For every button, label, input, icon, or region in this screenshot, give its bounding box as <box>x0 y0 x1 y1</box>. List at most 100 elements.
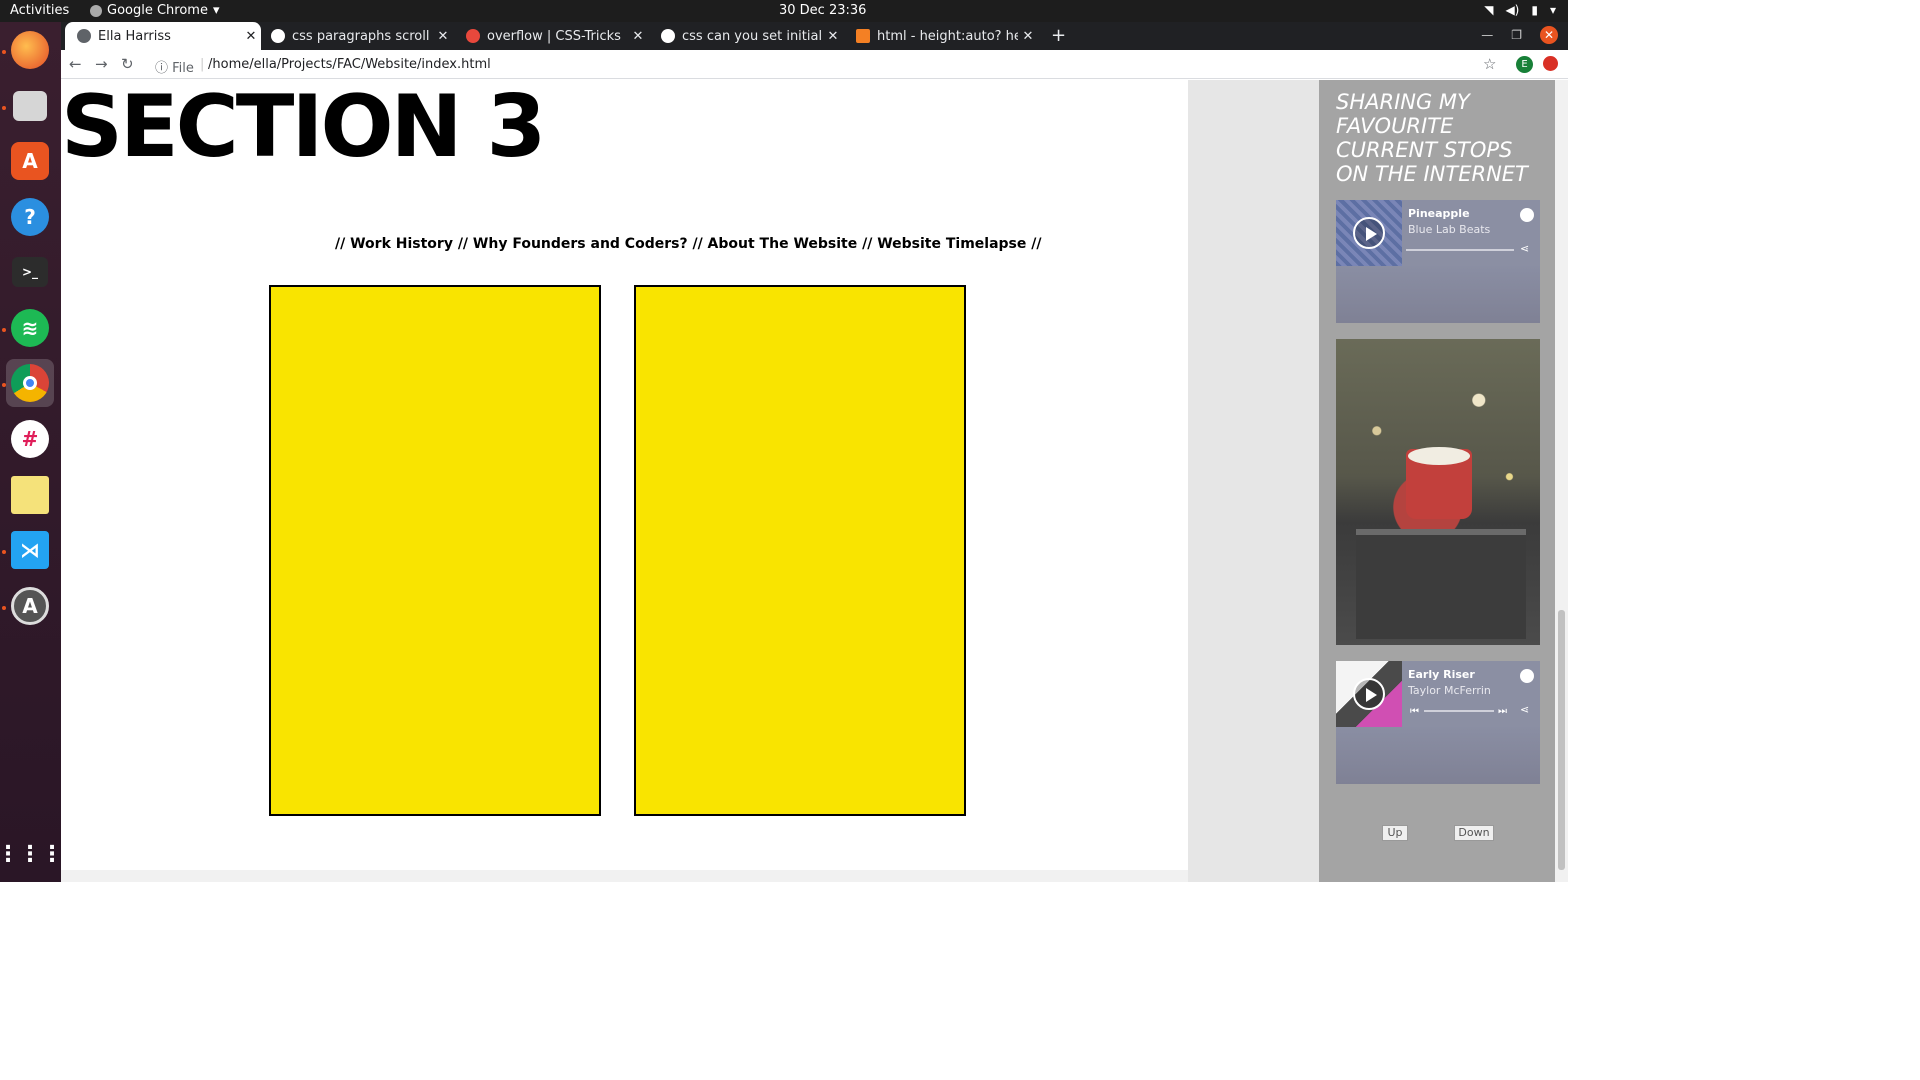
content-card-right <box>634 285 966 816</box>
bookmark-star-icon[interactable]: ☆ <box>1483 55 1496 73</box>
dock-spotify[interactable]: ≋ <box>6 304 54 352</box>
dock-updater[interactable]: A <box>6 582 54 630</box>
grid-icon: ⋮⋮⋮ <box>0 841 63 867</box>
vscode-icon: ⋊ <box>11 531 49 569</box>
chrome-icon <box>11 364 49 402</box>
activities-button[interactable]: Activities <box>10 3 69 18</box>
tab-css-tricks[interactable]: overflow | CSS-Tricks ✕ <box>454 22 648 50</box>
sidebar-title: SHARING MY FAVOURITE CURRENT STOPS ON TH… <box>1336 90 1528 186</box>
address-bar[interactable]: /home/ella/Projects/FAC/Website/index.ht… <box>208 57 491 72</box>
play-icon[interactable] <box>1353 678 1385 710</box>
progress-bar[interactable] <box>1424 710 1494 712</box>
maximize-button[interactable]: ❐ <box>1511 28 1522 42</box>
previous-track-icon[interactable]: ⏮ <box>1410 706 1419 717</box>
app-menu[interactable]: Google Chrome ▾ <box>90 3 220 18</box>
dock: A ? >_ ≋ # ⋊ A ⋮⋮⋮ <box>0 22 63 882</box>
tab-height-auto[interactable]: html - height:auto? height ✕ <box>844 22 1038 50</box>
close-icon[interactable]: ✕ <box>433 29 453 44</box>
window-controls: — ❐ ✕ <box>1481 26 1558 44</box>
tab-title: css can you set initial heig <box>682 28 823 44</box>
page-gutter <box>1188 80 1319 882</box>
dock-chrome[interactable] <box>6 359 54 407</box>
main-content: SECTION 3 // Work History // Why Founder… <box>61 80 1188 870</box>
vertical-scrollbar[interactable] <box>1555 80 1568 882</box>
close-icon[interactable]: ✕ <box>1018 29 1038 44</box>
separator: | <box>200 57 205 72</box>
dock-terminal[interactable]: >_ <box>6 248 54 296</box>
content-card-left <box>269 285 601 816</box>
marshmallows <box>1408 447 1470 465</box>
globe-icon <box>77 29 91 43</box>
close-icon[interactable]: ✕ <box>823 29 843 44</box>
dock-slack[interactable]: # <box>6 415 54 463</box>
tab-initial-height[interactable]: css can you set initial heig ✕ <box>649 22 843 50</box>
back-button[interactable]: ← <box>69 55 82 73</box>
next-track-icon[interactable]: ⏭ <box>1498 706 1507 717</box>
chevron-down-icon: ▾ <box>212 3 220 18</box>
artist-name: Taylor McFerrin <box>1408 684 1491 697</box>
help-icon: ? <box>11 198 49 236</box>
song-title: Pineapple <box>1408 207 1470 220</box>
page-viewport: SECTION 3 // Work History // Why Founder… <box>61 80 1568 882</box>
reload-button[interactable]: ↻ <box>121 55 134 73</box>
sticky-notes-icon <box>11 476 49 514</box>
gift-box <box>1356 529 1526 639</box>
section-nav-links[interactable]: // Work History // Why Founders and Code… <box>335 236 1041 252</box>
horizontal-scrollbar[interactable] <box>61 870 1188 882</box>
close-icon[interactable]: ✕ <box>628 29 648 44</box>
spotify-icon[interactable] <box>1520 669 1534 683</box>
info-icon: ⓘ <box>155 61 173 76</box>
tab-strip: Ella Harriss ✕ css paragraphs scroll hid… <box>61 22 1568 50</box>
show-apps-button[interactable]: ⋮⋮⋮ <box>0 830 63 878</box>
software-store-icon: A <box>11 142 49 180</box>
dock-notes[interactable] <box>6 471 54 519</box>
dock-firefox[interactable] <box>6 26 54 74</box>
dock-help[interactable]: ? <box>6 193 54 241</box>
file-label: File <box>172 61 194 76</box>
site-info-button[interactable]: ⓘ File <box>155 57 194 76</box>
spotify-player-1[interactable]: Pineapple Blue Lab Beats ⋖ <box>1336 200 1540 323</box>
dock-software[interactable]: A <box>6 137 54 185</box>
share-icon[interactable]: ⋖ <box>1520 242 1529 255</box>
play-icon[interactable] <box>1353 217 1385 249</box>
google-icon <box>661 29 675 43</box>
up-button[interactable]: Up <box>1382 825 1408 841</box>
software-updater-icon: A <box>11 587 49 625</box>
artist-name: Blue Lab Beats <box>1408 223 1491 236</box>
spotify-icon: ≋ <box>11 309 49 347</box>
close-icon[interactable]: ✕ <box>241 29 261 44</box>
files-icon <box>13 91 47 121</box>
minimize-button[interactable]: — <box>1481 28 1493 42</box>
profile-avatar[interactable]: E <box>1516 56 1533 73</box>
sidebar: SHARING MY FAVOURITE CURRENT STOPS ON TH… <box>1319 80 1555 882</box>
slack-icon: # <box>11 420 49 458</box>
app-menu-label: Google Chrome <box>107 3 208 18</box>
christmas-mug-photo <box>1336 339 1540 645</box>
player-footer <box>1336 727 1540 784</box>
wifi-icon: ◥ <box>1484 3 1494 17</box>
tab-title: css paragraphs scroll hide <box>292 28 433 44</box>
tab-title: Ella Harriss <box>98 28 171 44</box>
system-tray[interactable]: ◥ ◀) ▮ ▾ <box>1484 3 1556 17</box>
spotify-icon[interactable] <box>1520 208 1534 222</box>
tab-title: overflow | CSS-Tricks <box>487 28 621 44</box>
stackoverflow-icon <box>856 29 870 43</box>
share-icon[interactable]: ⋖ <box>1520 703 1529 716</box>
forward-button[interactable]: → <box>95 55 108 73</box>
chrome-icon <box>90 4 102 17</box>
progress-bar[interactable] <box>1406 249 1514 251</box>
tab-css-paragraphs[interactable]: css paragraphs scroll hide ✕ <box>259 22 453 50</box>
css-tricks-icon <box>466 29 480 43</box>
new-tab-button[interactable]: + <box>1051 25 1066 46</box>
tab-ella-harriss[interactable]: Ella Harriss ✕ <box>65 22 261 50</box>
down-button[interactable]: Down <box>1454 825 1494 841</box>
clock[interactable]: 30 Dec 23:36 <box>779 3 866 18</box>
scrollbar-thumb[interactable] <box>1558 610 1565 870</box>
volume-icon: ◀) <box>1505 3 1520 17</box>
dock-files[interactable] <box>6 82 54 130</box>
section-title: SECTION 3 <box>61 80 546 177</box>
spotify-player-2[interactable]: Early Riser Taylor McFerrin ⏮ ⏭ ⋖ <box>1336 661 1540 784</box>
extension-icon[interactable] <box>1543 56 1558 71</box>
close-window-button[interactable]: ✕ <box>1540 26 1558 44</box>
dock-vscode[interactable]: ⋊ <box>6 526 54 574</box>
